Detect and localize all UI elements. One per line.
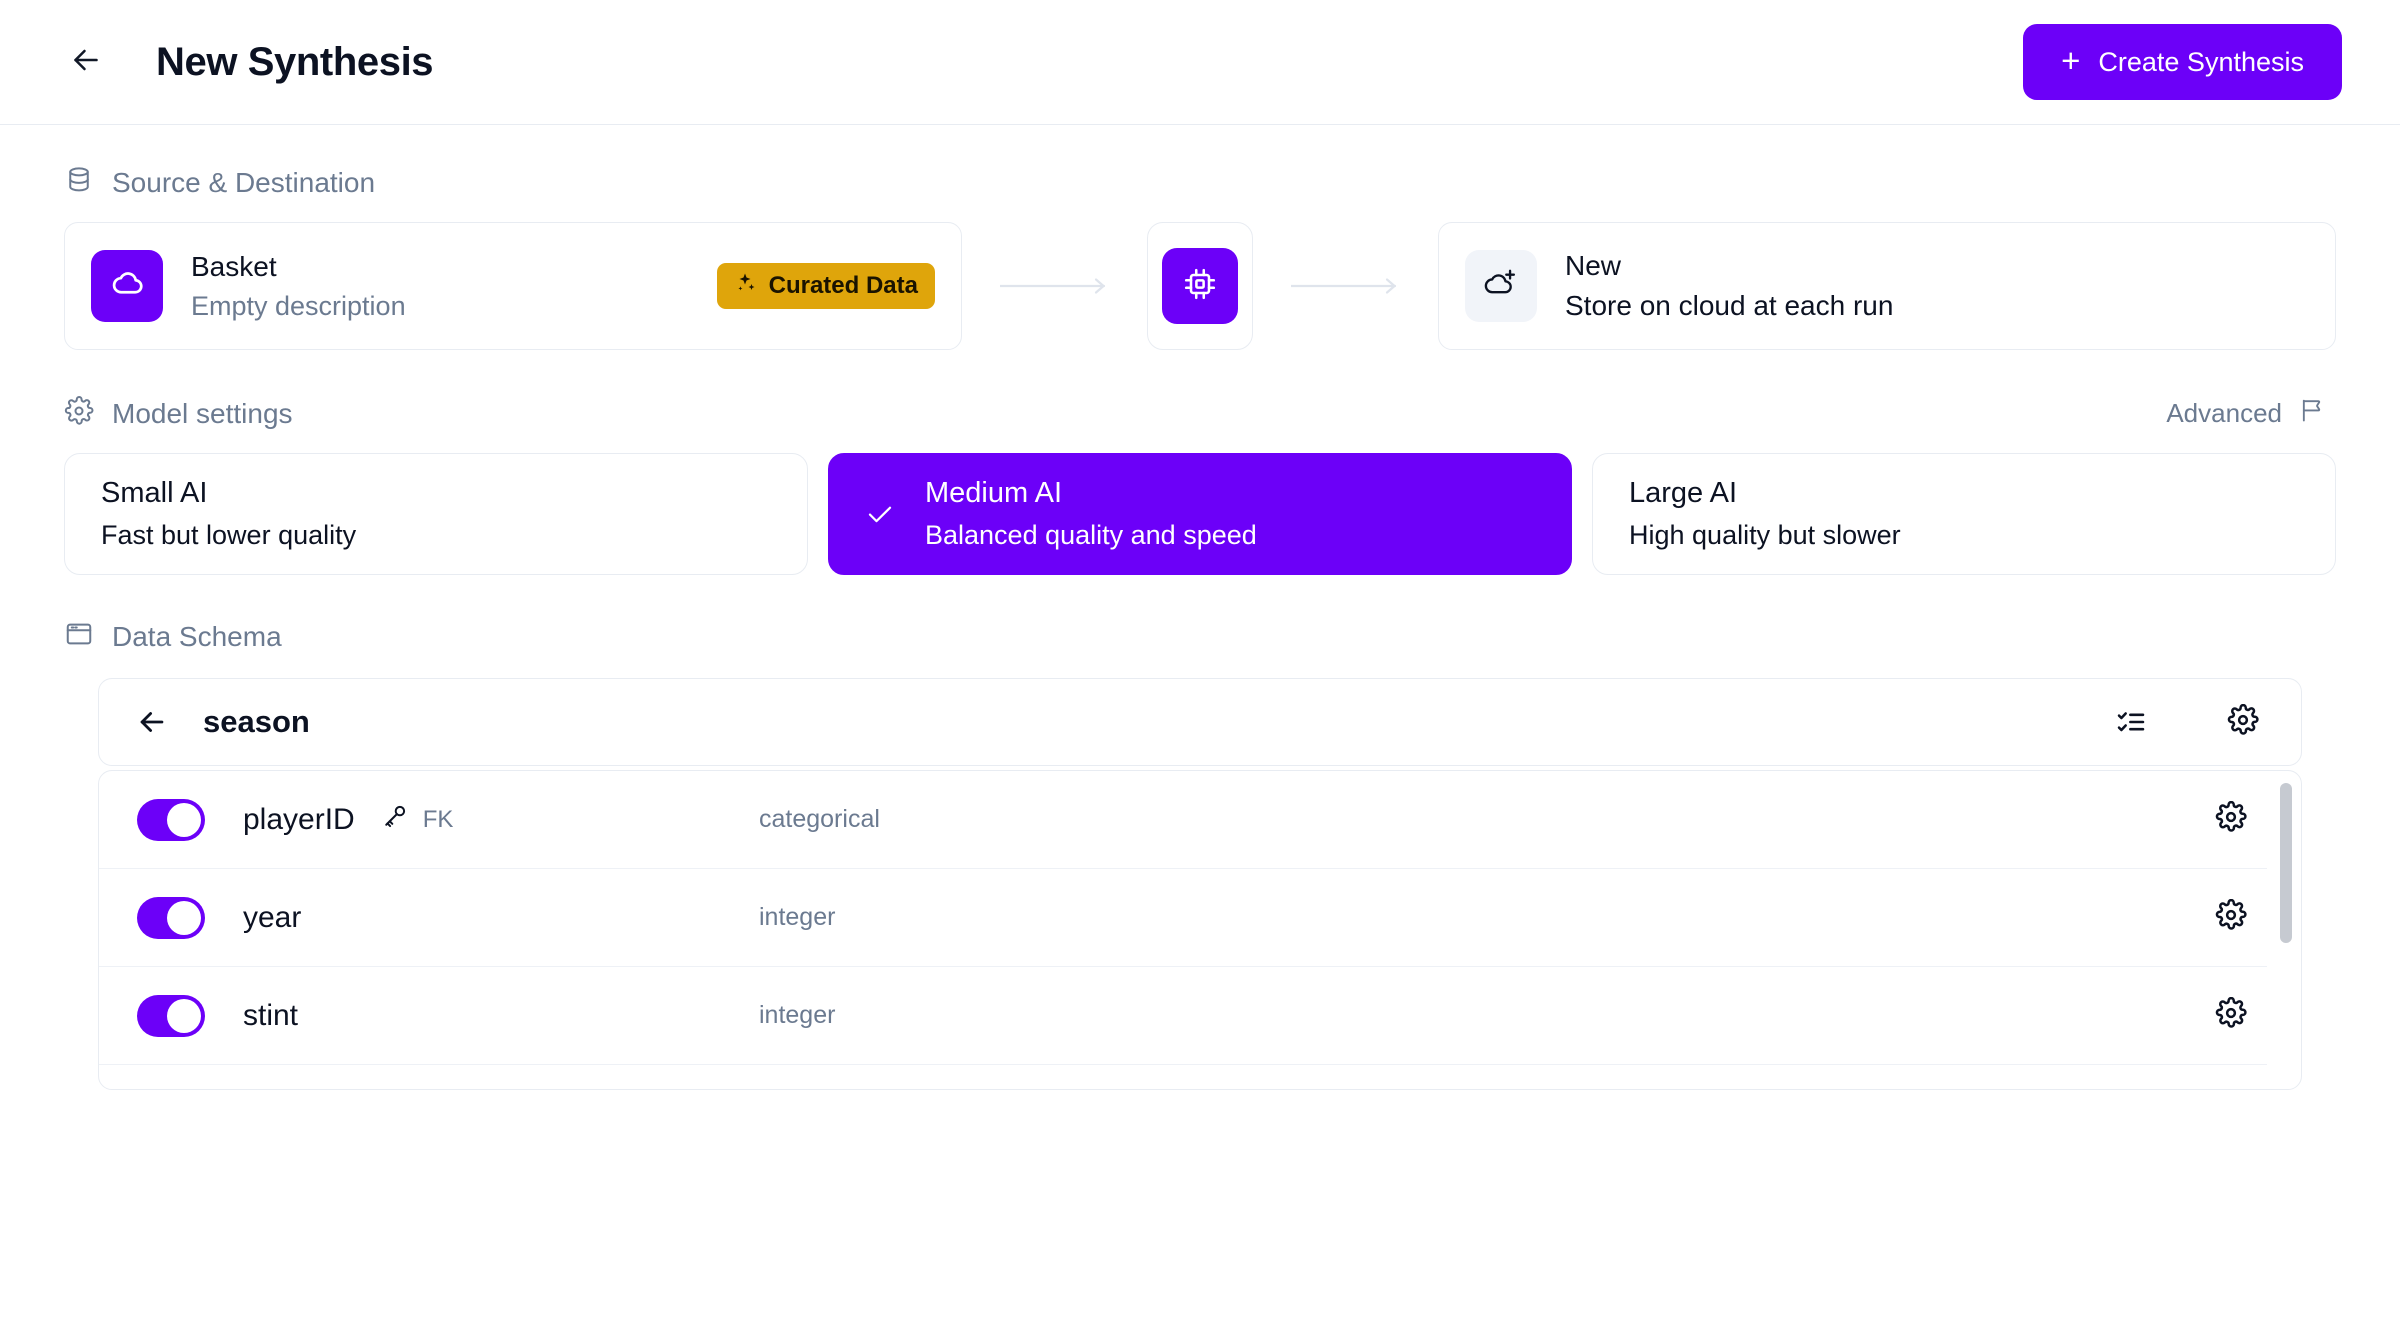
database-icon <box>64 165 94 200</box>
gear-icon <box>2227 704 2259 741</box>
page-title: New Synthesis <box>156 40 433 85</box>
row-settings-button[interactable] <box>2215 997 2247 1034</box>
column-name: stint <box>243 999 298 1033</box>
model-settings-title: Model settings <box>112 398 293 430</box>
plus-icon: + <box>2061 44 2080 77</box>
source-description: Empty description <box>191 291 406 322</box>
schema-table-name: season <box>203 704 310 740</box>
column-key-label: FK <box>423 806 454 834</box>
page-body: Source & Destination Basket Empty descri… <box>0 165 2400 1090</box>
source-name: Basket <box>191 251 406 283</box>
engine-card[interactable] <box>1147 222 1253 350</box>
column-type: integer <box>759 903 835 932</box>
model-small-texts: Small AI Fast but lower quality <box>101 477 356 551</box>
column-type: categorical <box>759 805 880 834</box>
table-row[interactable]: playerID FK categorical <box>99 771 2267 869</box>
create-synthesis-button[interactable]: + Create Synthesis <box>2023 24 2342 100</box>
source-destination-header: Source & Destination <box>64 165 2336 200</box>
create-synthesis-label: Create Synthesis <box>2098 47 2304 78</box>
model-card-small[interactable]: Small AI Fast but lower quality <box>64 453 808 575</box>
app-root: New Synthesis + Create Synthesis Source … <box>0 0 2400 1344</box>
model-card-medium[interactable]: Medium AI Balanced quality and speed <box>828 453 1572 575</box>
gear-icon <box>2215 997 2247 1034</box>
advanced-link[interactable]: Advanced <box>2166 396 2336 431</box>
column-type: integer <box>759 1001 835 1030</box>
back-button[interactable] <box>58 34 114 90</box>
model-large-description: High quality but slower <box>1629 520 1901 551</box>
chip-icon <box>1182 266 1218 307</box>
model-small-description: Fast but lower quality <box>101 520 356 551</box>
data-schema-title: Data Schema <box>112 621 282 653</box>
sparkles-icon <box>734 271 758 302</box>
check-icon <box>865 498 895 530</box>
table-row[interactable]: tmID categorical <box>99 1065 2267 1090</box>
gear-icon <box>64 396 94 431</box>
model-medium-name: Medium AI <box>925 477 1257 510</box>
curated-data-badge: Curated Data <box>717 263 935 309</box>
destination-name: New <box>1565 250 1893 282</box>
flow-arrow-1 <box>962 222 1147 350</box>
schema-settings-button[interactable] <box>2227 704 2259 741</box>
model-medium-description: Balanced quality and speed <box>925 520 1257 551</box>
schema-column-list: playerID FK categorical <box>98 770 2302 1090</box>
model-card-large[interactable]: Large AI High quality but slower <box>1592 453 2336 575</box>
table-row[interactable]: year integer <box>99 869 2267 967</box>
destination-description: Store on cloud at each run <box>1565 290 1893 322</box>
schema-table-header: season <box>98 678 2302 766</box>
destination-text-block: New Store on cloud at each run <box>1565 250 1893 322</box>
model-medium-texts: Medium AI Balanced quality and speed <box>925 477 1257 551</box>
checklist-icon[interactable] <box>2115 706 2147 738</box>
engine-icon-badge <box>1162 248 1238 324</box>
column-name: year <box>243 901 301 935</box>
model-settings-header: Model settings Advanced <box>64 396 2336 431</box>
model-large-texts: Large AI High quality but slower <box>1629 477 1901 551</box>
column-enabled-toggle[interactable] <box>137 799 205 841</box>
schema-panel: season playerID <box>64 678 2336 1090</box>
source-text-block: Basket Empty description <box>191 251 406 322</box>
table-row[interactable]: stint integer <box>99 967 2267 1065</box>
row-settings-button[interactable] <box>2215 899 2247 936</box>
curated-data-label: Curated Data <box>769 272 918 300</box>
column-enabled-toggle[interactable] <box>137 995 205 1037</box>
model-small-name: Small AI <box>101 477 356 510</box>
flow-arrow-2 <box>1253 222 1438 350</box>
source-card[interactable]: Basket Empty description Curated Data <box>64 222 962 350</box>
flag-icon <box>2298 396 2326 431</box>
row-settings-button[interactable] <box>2215 801 2247 838</box>
source-destination-title: Source & Destination <box>112 167 375 199</box>
arrow-left-icon <box>68 42 104 83</box>
cloud-icon <box>109 266 145 307</box>
key-icon <box>381 802 409 837</box>
column-enabled-toggle[interactable] <box>137 897 205 939</box>
schema-list-scrollbar[interactable] <box>2280 783 2292 943</box>
cloud-plus-icon <box>1482 265 1520 308</box>
schema-back-button[interactable] <box>135 705 169 739</box>
model-large-name: Large AI <box>1629 477 1901 510</box>
model-options: Small AI Fast but lower quality Medium A… <box>64 453 2336 575</box>
app-header: New Synthesis + Create Synthesis <box>0 0 2400 125</box>
column-key-badge: FK <box>381 802 454 837</box>
advanced-label: Advanced <box>2166 398 2282 429</box>
flow-row: Basket Empty description Curated Data <box>64 222 2336 350</box>
gear-icon <box>2215 801 2247 838</box>
gear-icon <box>2215 899 2247 936</box>
column-name: playerID <box>243 803 355 837</box>
data-schema-header: Data Schema <box>64 619 2336 654</box>
destination-icon-badge <box>1465 250 1537 322</box>
source-icon-badge <box>91 250 163 322</box>
window-icon <box>64 619 94 654</box>
destination-card[interactable]: New Store on cloud at each run <box>1438 222 2336 350</box>
